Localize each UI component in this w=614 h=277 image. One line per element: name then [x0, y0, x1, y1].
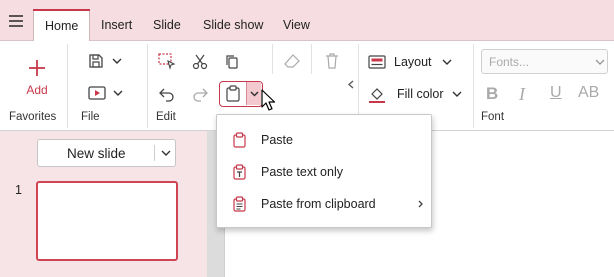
layout-button[interactable]: Layout [368, 51, 456, 73]
add-label: Add [26, 83, 48, 97]
presentation-play-button[interactable] [84, 82, 126, 104]
trash-icon [326, 53, 338, 69]
tab-slide-show[interactable]: Slide show [192, 9, 274, 41]
chevron-down-icon [452, 91, 462, 97]
font-group-label: Font [481, 111, 505, 123]
new-slide-button[interactable]: New slide [37, 139, 176, 167]
chevron-down-icon [442, 59, 452, 65]
group-divider [473, 44, 474, 128]
plus-icon [29, 60, 45, 76]
paste-split-button[interactable] [219, 81, 263, 107]
favorites-group-label: Favorites [9, 111, 57, 123]
fill-bucket-icon [369, 88, 385, 103]
tab-view[interactable]: View [272, 9, 321, 41]
delete-button[interactable] [322, 51, 342, 71]
italic-button[interactable]: I [519, 84, 525, 105]
layout-label: Layout [394, 55, 432, 69]
chevron-down-icon [249, 90, 259, 97]
menu-item-label: Paste [261, 133, 293, 147]
chevron-down-icon [113, 90, 122, 96]
font-placeholder: Fonts... [489, 55, 530, 69]
redo-icon [193, 88, 208, 102]
fill-color-label: Fill color [397, 87, 444, 101]
redo-button[interactable] [189, 83, 211, 105]
underline-button[interactable]: U [550, 84, 562, 102]
group-divider [272, 44, 273, 74]
group-divider [67, 44, 68, 128]
bold-button[interactable]: B [486, 84, 498, 104]
layout-icon [368, 55, 386, 69]
menu-item-paste[interactable]: Paste [217, 124, 431, 156]
font-family-select[interactable]: Fonts... [481, 49, 608, 74]
slide-number: 1 [15, 183, 22, 197]
clear-formatting-button[interactable] [282, 51, 302, 71]
undo-icon [159, 88, 174, 102]
undo-button[interactable] [156, 83, 178, 105]
paste-dropdown-menu: Paste Paste text only Paste from clipboa… [216, 114, 432, 228]
new-slide-label: New slide [67, 146, 126, 161]
menu-bar: Home Insert Slide Slide show View [0, 0, 614, 42]
clipboard-list-icon [217, 196, 261, 212]
copy-button[interactable] [221, 51, 243, 73]
play-slideshow-icon [87, 86, 106, 100]
edit-group-label: Edit [156, 111, 176, 123]
fill-color-button[interactable]: Fill color [368, 83, 464, 105]
chevron-down-icon [595, 59, 605, 65]
mouse-cursor-icon [261, 89, 276, 111]
menu-item-label: Paste text only [261, 165, 343, 179]
selection-icon [158, 53, 176, 70]
select-tool-button[interactable] [156, 51, 178, 73]
cut-button[interactable] [189, 51, 211, 73]
add-favorite-button[interactable]: Add [15, 55, 59, 101]
hamburger-menu-icon[interactable] [8, 15, 24, 27]
save-icon [89, 54, 103, 68]
file-group-label: File [81, 111, 100, 123]
caps-button[interactable]: AB [578, 84, 599, 102]
tab-insert[interactable]: Insert [90, 9, 143, 41]
copy-icon [226, 55, 238, 69]
slide-thumbnail[interactable] [36, 181, 178, 261]
menu-item-paste-text-only[interactable]: Paste text only [217, 156, 431, 188]
group-divider [147, 44, 148, 128]
scissors-icon [192, 54, 208, 70]
menu-item-label: Paste from clipboard [261, 197, 376, 211]
clipboard-icon [217, 132, 261, 148]
save-button[interactable] [84, 50, 126, 72]
tab-slide[interactable]: Slide [142, 9, 192, 41]
split-divider [154, 145, 155, 161]
clipboard-icon [226, 85, 240, 102]
collapse-chevron-left-icon[interactable] [348, 80, 354, 89]
chevron-down-icon [112, 58, 122, 64]
tab-home[interactable]: Home [33, 9, 91, 42]
chevron-right-icon [418, 200, 423, 208]
paste-button[interactable] [220, 82, 246, 105]
eraser-icon [284, 54, 300, 68]
group-divider [311, 44, 312, 74]
chevron-down-icon[interactable] [161, 150, 171, 156]
clipboard-text-icon [217, 164, 261, 180]
paste-dropdown-toggle[interactable] [246, 82, 261, 105]
menu-item-paste-from-clipboard[interactable]: Paste from clipboard [217, 188, 431, 220]
